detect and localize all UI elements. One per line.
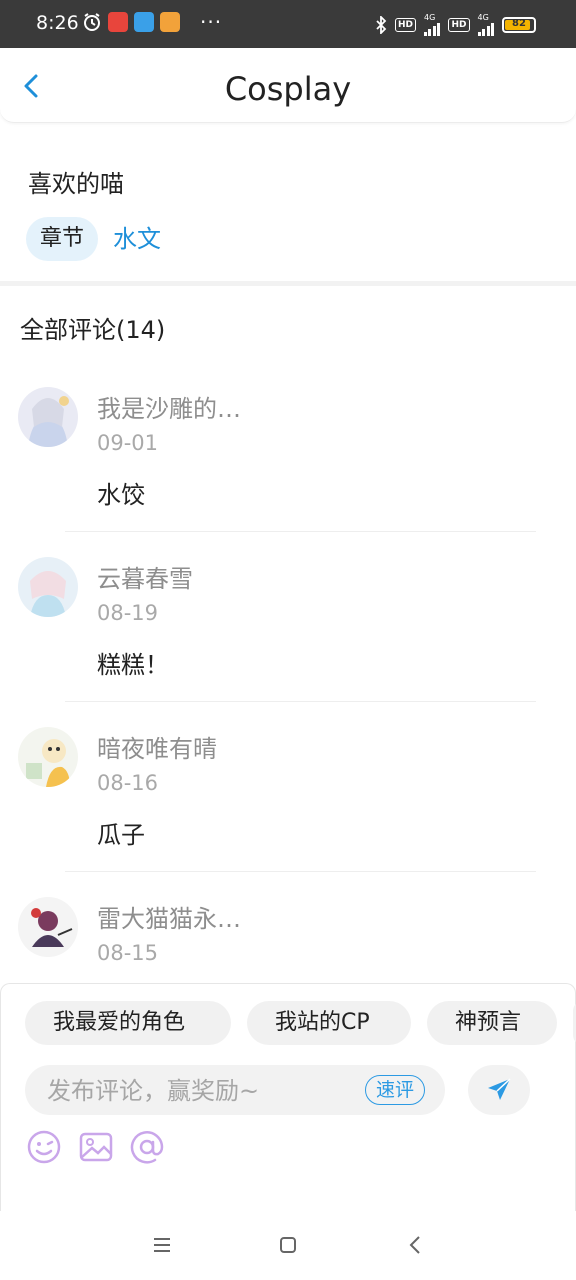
tags-label: 喜欢的喵 xyxy=(28,170,124,198)
network-type: 4G xyxy=(477,13,489,22)
comment-author[interactable]: 我是沙雕的… xyxy=(97,389,241,424)
app-header: Cosplay xyxy=(0,48,576,123)
comment-composer: 我最爱的角色 我站的CP 神预言 速评 xyxy=(0,983,576,1211)
comment-date: 09-01 xyxy=(97,431,159,455)
quick-tag-favorite-character[interactable]: 我最爱的角色 xyxy=(25,1001,231,1045)
signal-icon: 4G xyxy=(477,13,494,36)
signal-icon: 4G xyxy=(423,13,441,36)
network-type: 4G xyxy=(423,13,436,22)
battery-icon: 82 xyxy=(502,17,536,33)
avatar[interactable] xyxy=(18,387,78,447)
comment-author[interactable]: 暗夜唯有晴 xyxy=(97,729,217,764)
mention-icon[interactable] xyxy=(129,1129,165,1165)
comment-divider xyxy=(65,871,536,872)
back-icon[interactable] xyxy=(404,1233,428,1257)
comment-text: 瓜子 xyxy=(97,821,145,849)
comment-date: 08-15 xyxy=(97,941,159,965)
app-notification-icon xyxy=(134,12,154,32)
comment-author[interactable]: 云暮春雪 xyxy=(97,559,193,594)
comment-divider xyxy=(65,531,536,532)
comment-item: 暗夜唯有晴 08-16 瓜子 xyxy=(0,727,576,897)
battery-level: 82 xyxy=(512,18,526,29)
hd-badge: HD xyxy=(448,18,470,32)
comment-author[interactable]: 雷大猫猫永… xyxy=(97,899,241,934)
more-notifications-indicator: ··· xyxy=(200,10,223,34)
quick-tag-prediction[interactable]: 神预言 xyxy=(427,1001,557,1045)
quick-review-button[interactable]: 速评 xyxy=(364,1075,425,1105)
comment-date: 08-19 xyxy=(97,601,159,625)
comment-input-box: 速评 xyxy=(25,1065,445,1117)
alarm-icon xyxy=(84,13,100,31)
comment-text: 水饺 xyxy=(97,481,145,509)
section-divider xyxy=(0,281,576,286)
avatar[interactable] xyxy=(18,897,78,957)
comment-date: 08-16 xyxy=(97,771,159,795)
chip-link[interactable]: 水文 xyxy=(113,217,161,261)
page-title: Cosplay xyxy=(224,70,352,108)
notification-icons: ··· xyxy=(82,12,222,32)
comment-input[interactable] xyxy=(45,1065,349,1117)
chip-chapter[interactable]: 章节 xyxy=(26,217,99,261)
send-icon xyxy=(488,1078,511,1100)
hd-badge: HD xyxy=(394,18,416,32)
emoji-icon[interactable] xyxy=(26,1129,62,1165)
comment-text: 糕糕！ xyxy=(97,651,169,679)
bluetooth-icon xyxy=(376,16,387,34)
quick-tag-my-cp[interactable]: 我站的CP xyxy=(247,1001,411,1045)
image-icon[interactable] xyxy=(78,1129,114,1165)
home-icon[interactable] xyxy=(276,1233,300,1257)
comment-item: 云暮春雪 08-19 糕糕！ xyxy=(0,557,576,727)
system-indicators: HD 4G HD 4G 82 xyxy=(375,14,536,36)
app-notification-icon xyxy=(108,12,128,32)
menu-icon[interactable] xyxy=(150,1233,174,1257)
send-button[interactable] xyxy=(468,1065,530,1115)
comments-title: 全部评论(14) xyxy=(20,316,166,344)
avatar[interactable] xyxy=(18,557,78,617)
app-notification-icon xyxy=(160,12,180,32)
comment-item: 我是沙雕的… 09-01 水饺 xyxy=(0,387,576,557)
comment-divider xyxy=(65,701,536,702)
status-time: 8:26 xyxy=(36,12,79,34)
status-bar: 8:26 ··· HD 4G HD 4G 82 xyxy=(0,0,576,48)
avatar[interactable] xyxy=(18,727,78,787)
system-navigation-bar xyxy=(0,1211,576,1280)
